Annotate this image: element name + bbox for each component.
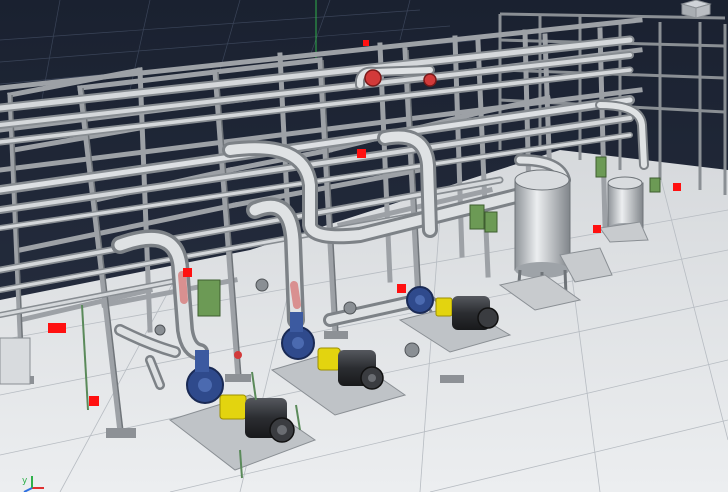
axis-gizmo: [23, 476, 44, 492]
z-axis-arrow: [23, 487, 33, 492]
plant-3d-scene[interactable]: [0, 0, 728, 492]
view-cube-icon[interactable]: [676, 0, 716, 19]
3d-viewport[interactable]: y: [0, 0, 728, 492]
axis-y-label: y: [22, 476, 28, 486]
